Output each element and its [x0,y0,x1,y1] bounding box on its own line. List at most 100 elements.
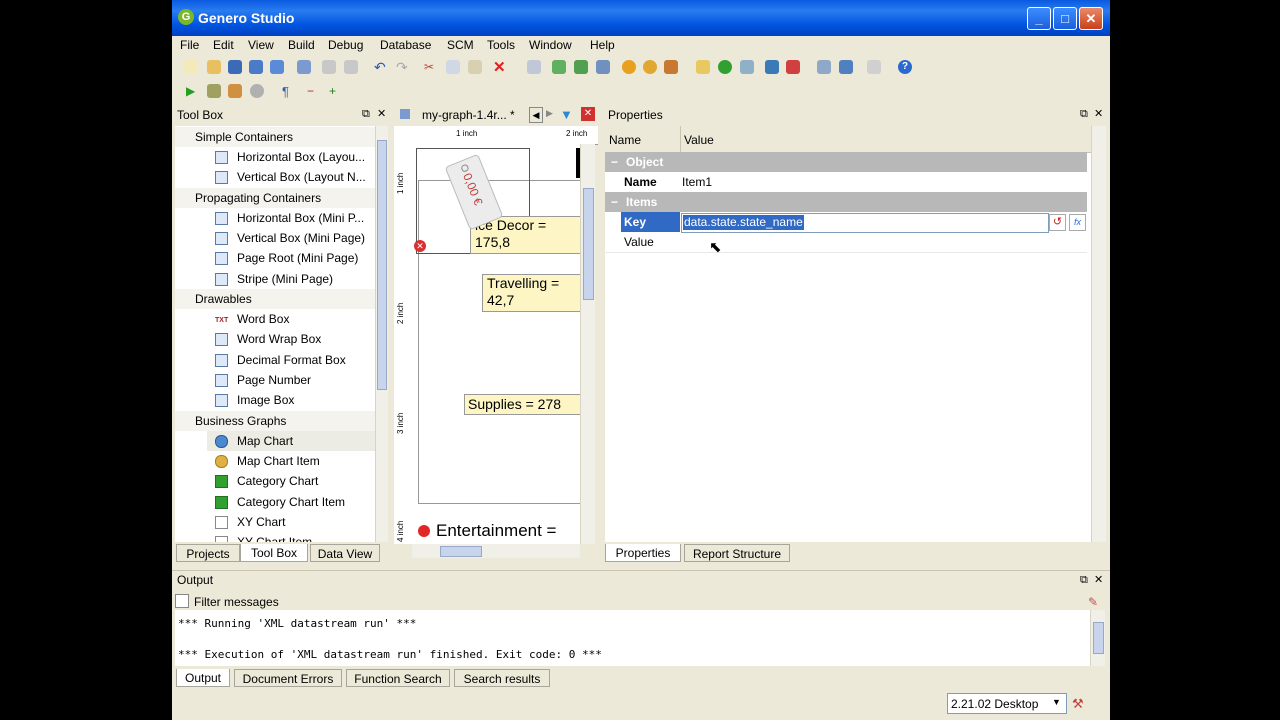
editor-tab-title[interactable]: my-graph-1.4r... * [422,108,515,122]
new-file-icon[interactable] [184,60,198,74]
word-box[interactable]: Supplies = 278 [464,394,580,415]
reset-icon[interactable]: ↺ [1049,214,1066,231]
find-icon[interactable] [344,60,358,74]
menu-file[interactable]: File [180,38,199,52]
print-icon[interactable] [322,60,336,74]
menu-build[interactable]: Build [288,38,315,52]
stop-icon[interactable] [250,84,264,98]
deploy-icon[interactable] [664,60,678,74]
toolbox-item[interactable]: Word Wrap Box [215,329,375,349]
open-file-icon[interactable] [207,60,221,74]
gear-icon[interactable] [622,60,636,74]
profile-settings-icon[interactable]: ⚒ [1072,696,1084,712]
properties-scrollbar[interactable] [1091,126,1106,542]
output-close-icon[interactable]: ✕ [1094,573,1103,586]
toolbox-item[interactable]: Page Root (Mini Page) [215,248,375,268]
toolbox-item-selected[interactable]: Map Chart [207,431,375,451]
editor-vscroll-thumb[interactable] [583,188,594,300]
tab-projects[interactable]: Projects [176,544,240,562]
key-input[interactable]: data.state.state_name [681,213,1049,233]
output-float-icon[interactable]: ⧉ [1080,574,1088,587]
refresh-icon[interactable] [718,60,732,74]
tab-output[interactable]: Output [176,669,230,687]
toolbox-item[interactable]: Stripe (Mini Page) [215,269,375,289]
tab-filter-icon[interactable]: ▼ [560,107,573,122]
step-icon[interactable] [228,84,242,98]
editor-vscroll[interactable] [580,144,595,544]
menu-scm[interactable]: SCM [447,38,474,52]
tools-icon[interactable] [786,60,800,74]
col-value-header[interactable]: Value [684,133,714,147]
toolbox-item[interactable]: Vertical Box (Layout N... [215,167,375,187]
toolbox-category[interactable]: Propagating Containers [175,188,375,208]
toolbox-item[interactable]: Horizontal Box (Mini P... [215,208,375,228]
save-all-icon[interactable] [270,60,284,74]
toolbox-item[interactable]: XY Chart Item [215,532,375,542]
minimize-button[interactable]: _ [1027,7,1051,30]
toolbox-item[interactable]: Page Number [215,370,375,390]
toolbox-float-icon[interactable]: ⧉ [362,108,370,121]
toolbox-item[interactable]: Vertical Box (Mini Page) [215,228,375,248]
properties-close-icon[interactable]: ✕ [1094,107,1103,120]
tab-scroll-left-icon[interactable]: ◀ [529,107,543,123]
editor-hscroll[interactable] [412,544,580,558]
close-button[interactable]: ✕ [1079,7,1103,30]
expression-icon[interactable]: fx [1069,214,1086,231]
toolbox-scroll-thumb[interactable] [377,140,387,390]
filter-checkbox[interactable] [175,594,189,608]
delete-icon[interactable]: ✕ [493,58,507,76]
maximize-button[interactable]: □ [1053,7,1077,30]
error-marker-icon[interactable]: ✕ [414,240,426,252]
zoom-in-icon[interactable]: + [329,84,343,98]
save-icon[interactable] [228,60,242,74]
clear-output-icon[interactable]: ✎ [1088,595,1098,609]
toolbox-item[interactable]: Image Box [215,390,375,410]
toolbox-close-icon[interactable]: ✕ [377,107,386,120]
help-icon[interactable]: ? [898,60,912,74]
tab-close-icon[interactable]: ✕ [581,107,595,121]
menu-debug[interactable]: Debug [328,38,363,52]
bookmark-icon[interactable] [696,60,710,74]
compare-icon[interactable] [297,60,311,74]
toolbox-category[interactable]: Drawables [175,289,375,309]
build-icon[interactable] [552,60,566,74]
layout-icon[interactable] [839,60,853,74]
toolbox-item[interactable]: XY Chart [215,512,375,532]
zoom-out-icon[interactable]: − [307,84,321,98]
editor-hscroll-thumb[interactable] [440,546,482,557]
disabled-icon[interactable] [867,60,881,74]
window-icon[interactable] [817,60,831,74]
menu-database[interactable]: Database [380,38,431,52]
paragraph-icon[interactable]: ¶ [282,84,296,99]
save-as-icon[interactable] [249,60,263,74]
compile-icon[interactable] [596,60,610,74]
properties-float-icon[interactable]: ⧉ [1080,108,1088,121]
toolbox-item[interactable]: Category Chart [215,471,375,491]
paste-icon[interactable] [468,60,482,74]
section-items[interactable]: − Items [605,192,1087,212]
tab-function-search[interactable]: Function Search [346,669,450,687]
tab-properties[interactable]: Properties [605,544,681,562]
toolbox-scrollbar[interactable] [375,126,388,542]
profile-select[interactable]: 2.21.02 Desktop ▼ [947,693,1067,714]
undo-icon[interactable]: ↶ [374,59,388,75]
word-box[interactable]: Travelling = 42,7 [482,274,580,312]
output-scroll-thumb[interactable] [1093,622,1104,654]
tab-document-errors[interactable]: Document Errors [234,669,342,687]
output-scrollbar[interactable] [1090,610,1105,666]
tab-report-structure[interactable]: Report Structure [684,544,790,562]
cut-icon[interactable]: ✂ [424,60,438,74]
menu-edit[interactable]: Edit [213,38,234,52]
toolbox-item[interactable]: Category Chart Item [215,492,375,512]
toolbox-item[interactable]: TXT Word Box [215,309,375,329]
tab-search-results[interactable]: Search results [454,669,550,687]
output-console[interactable]: *** Running 'XML datastream run' *** ***… [175,610,1105,666]
redo-icon[interactable]: ↷ [396,59,410,75]
gear-run-icon[interactable] [643,60,657,74]
menu-tools[interactable]: Tools [487,38,515,52]
col-name-header[interactable]: Name [609,133,641,147]
toolbox-category[interactable]: Simple Containers [175,127,375,147]
build-all-icon[interactable] [574,60,588,74]
prop-row-value[interactable]: Value ⬉ [605,232,1087,256]
menu-help[interactable]: Help [590,38,615,52]
